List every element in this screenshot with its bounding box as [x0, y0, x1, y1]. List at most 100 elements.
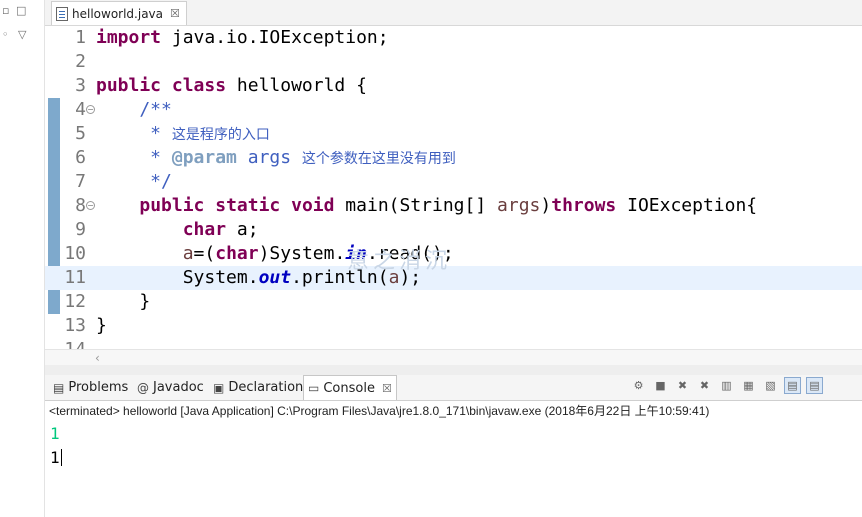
console-output-line: 1: [50, 448, 62, 468]
code-line-4: 4 − /**: [45, 98, 862, 122]
tab-problems[interactable]: ▤ Problems: [49, 375, 132, 400]
close-tab-icon[interactable]: ☒: [382, 382, 392, 395]
code-line-9: 9 char a;: [45, 218, 862, 242]
code-text: System.: [182, 267, 259, 288]
tab-console[interactable]: ▭ Console ☒: [303, 375, 397, 400]
keyword: public: [96, 75, 162, 96]
javadoc-text: args: [236, 147, 302, 168]
clear-console-icon[interactable]: ▥: [718, 377, 735, 394]
code-line-2: 2: [45, 50, 862, 74]
keyword: char: [215, 243, 259, 264]
tab-label: Problems: [68, 380, 129, 395]
javadoc-comment: 这是程序的入口: [171, 127, 270, 143]
terminate-icon[interactable]: ■: [652, 377, 669, 394]
close-tab-icon[interactable]: ☒: [170, 7, 180, 20]
keyword: public: [139, 195, 205, 216]
console-toolbar: ⚙ ■ ✖ ✖ ▥ ▦ ▧ ▤ ▤: [630, 377, 823, 394]
keyword: throws: [551, 195, 617, 216]
code-text: .read();: [366, 243, 454, 264]
javadoc-tag: @param: [171, 147, 237, 168]
java-file-icon: [56, 6, 68, 21]
editor-tab-bar: helloworld.java ☒: [45, 0, 862, 26]
show-console-on-output-icon[interactable]: ▤: [784, 377, 801, 394]
keyword: class: [171, 75, 227, 96]
at-icon: @: [137, 380, 149, 395]
code-text: java.io.IOException;: [161, 27, 389, 48]
code-text: }: [96, 315, 107, 336]
code-text: =(: [193, 243, 216, 264]
line-number: 4: [75, 99, 86, 120]
tab-declaration[interactable]: ▣ Declaration: [209, 375, 307, 400]
line-number: 9: [75, 219, 86, 240]
code-text: );: [399, 267, 422, 288]
code-line-3: 3 public class helloworld {: [45, 74, 862, 98]
keyword: void: [291, 195, 335, 216]
problems-icon: ▤: [53, 380, 65, 395]
horizontal-scrollbar[interactable]: ‹: [45, 349, 862, 366]
view-menu-icon[interactable]: ▽: [18, 28, 26, 41]
declaration-icon: ▣: [213, 380, 225, 395]
tab-javadoc[interactable]: @ Javadoc: [133, 375, 208, 400]
editor-tab-title: helloworld.java: [72, 6, 163, 21]
scroll-left-icon[interactable]: ‹: [95, 350, 100, 366]
code-text: .println(: [291, 267, 389, 288]
static-field: out: [258, 267, 292, 288]
javadoc-text: *: [96, 123, 172, 144]
line-number: 8: [75, 195, 86, 216]
javadoc-comment: 这个参数在这里没有用到: [301, 151, 456, 167]
code-text: main(String[]: [334, 195, 498, 216]
code-editor[interactable]: 1 import java.io.IOException; 2 3 public…: [45, 26, 862, 351]
fold-collapse-icon[interactable]: −: [86, 105, 95, 114]
line-number: 7: [75, 171, 86, 192]
line-number: 10: [64, 243, 86, 264]
line-number: 13: [64, 315, 86, 336]
line-number: 6: [75, 147, 86, 168]
javadoc-text: */: [96, 171, 172, 192]
left-panel-strip: ▫ □ ◦ ▽: [0, 0, 45, 517]
console-output[interactable]: <terminated> helloworld [Java Applicatio…: [45, 401, 862, 517]
line-number: 3: [75, 75, 86, 96]
code-line-8: 8 − public static void main(String[] arg…: [45, 194, 862, 218]
code-line-10: 10 a=(char)System.in.read();: [45, 242, 862, 266]
editor-tab-helloworld[interactable]: helloworld.java ☒: [51, 1, 187, 25]
code-line-5: 5 * 这是程序的入口: [45, 122, 862, 146]
code-text: helloworld {: [226, 75, 367, 96]
console-icon: ▭: [308, 381, 320, 395]
javadoc-text: *: [96, 147, 172, 168]
console-input-text: 1: [50, 424, 60, 443]
line-number: 12: [64, 291, 86, 312]
code-text: IOException{: [616, 195, 758, 216]
code-text: )System.: [258, 243, 346, 264]
restore-icon[interactable]: ▫: [2, 4, 9, 17]
keyword: char: [182, 219, 227, 240]
variable: a: [182, 243, 194, 264]
small-circle-icon: ◦: [2, 28, 9, 41]
code-line-13: 13 }: [45, 314, 862, 338]
code-text: ): [540, 195, 552, 216]
code-line-11-current: 11 System.out.println(a);: [45, 266, 862, 290]
line-number: 2: [75, 51, 86, 72]
console-status: <terminated> helloworld [Java Applicatio…: [49, 404, 710, 418]
static-field: in: [345, 243, 367, 264]
panel-separator: [45, 365, 862, 375]
line-number: 5: [75, 123, 86, 144]
scroll-lock-icon[interactable]: ▦: [740, 377, 757, 394]
remove-all-launches-icon[interactable]: ✖: [696, 377, 713, 394]
line-number: 11: [64, 267, 86, 288]
keyword: static: [215, 195, 281, 216]
remove-launch-icon[interactable]: ✖: [674, 377, 691, 394]
keyword: import: [96, 27, 162, 48]
tab-label: Declaration: [228, 380, 304, 395]
pin-console-icon[interactable]: ⚙: [630, 377, 647, 394]
tab-label: Console: [323, 380, 375, 396]
word-wrap-icon[interactable]: ▧: [762, 377, 779, 394]
show-console-on-error-icon[interactable]: ▤: [806, 377, 823, 394]
javadoc-text: /**: [96, 99, 172, 120]
maximize-icon[interactable]: □: [16, 4, 26, 17]
fold-collapse-icon[interactable]: −: [86, 201, 95, 210]
variable: args: [497, 195, 541, 216]
